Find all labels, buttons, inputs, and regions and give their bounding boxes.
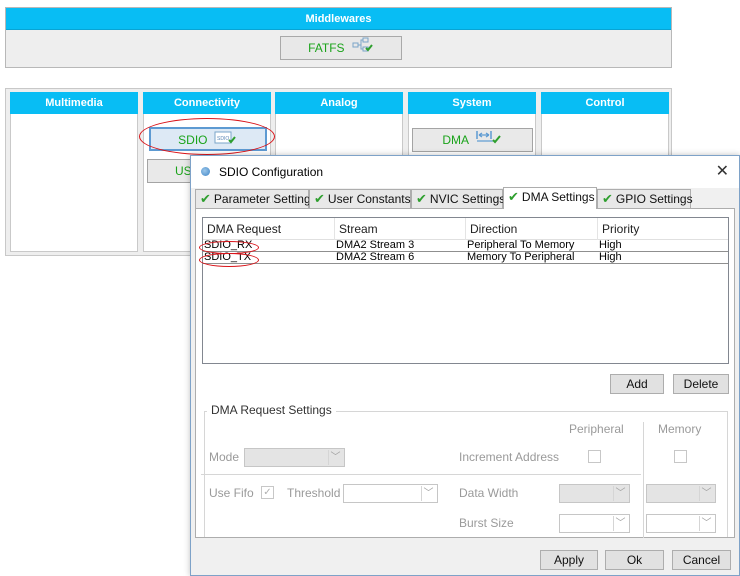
table-row[interactable]: SDIO_RX DMA2 Stream 3 Peripheral To Memo…	[203, 240, 728, 252]
check-icon: ✔	[508, 189, 519, 204]
data-width-label: Data Width	[459, 486, 519, 500]
burst-size-label: Burst Size	[459, 516, 514, 530]
tab-label: Parameter Settings	[213, 192, 317, 206]
add-button[interactable]: Add	[610, 374, 664, 394]
chevron-down-icon: ﹀	[699, 486, 713, 501]
dma-settings-panel: DMA Request Stream Direction Priority SD…	[195, 208, 735, 538]
sdio-configuration-dialog: SDIO Configuration ✕ ✔ Parameter Settings…	[190, 155, 740, 576]
tab-label: DMA Settings	[521, 190, 595, 204]
category-header-control[interactable]: Control	[541, 92, 669, 114]
peripheral-burst-size-select[interactable]: ﹀	[559, 514, 630, 533]
dma-button[interactable]: DMA	[412, 128, 533, 152]
dialog-titlebar: SDIO Configuration ✕	[191, 156, 739, 188]
dialog-title: SDIO Configuration	[219, 165, 324, 179]
cell-request: SDIO_RX	[204, 239, 253, 251]
middlewares-header: Middlewares	[6, 8, 671, 30]
check-icon: ✔	[200, 191, 211, 206]
tab-dma-settings[interactable]: ✔ DMA Settings	[503, 187, 597, 209]
fatfs-tree-icon	[352, 37, 374, 60]
close-icon[interactable]: ✕	[716, 161, 729, 181]
cell-stream: DMA2 Stream 3	[336, 239, 415, 251]
mode-select[interactable]: ﹀	[244, 448, 345, 467]
cell-stream: DMA2 Stream 6	[336, 251, 415, 263]
check-icon: ✔	[314, 191, 325, 206]
tab-gpio-settings[interactable]: ✔ GPIO Settings	[597, 189, 693, 208]
column-header-dma-request[interactable]: DMA Request	[203, 218, 335, 240]
cell-priority: High	[599, 251, 622, 263]
tab-label: NVIC Settings	[429, 192, 506, 206]
column-header-direction[interactable]: Direction	[466, 218, 598, 240]
delete-button[interactable]: Delete	[673, 374, 729, 394]
chevron-down-icon: ﹀	[699, 516, 713, 531]
cell-direction: Peripheral To Memory	[467, 239, 575, 251]
middlewares-panel: Middlewares FATFS	[5, 7, 672, 68]
column-header-stream[interactable]: Stream	[335, 218, 466, 240]
category-header-analog[interactable]: Analog	[275, 92, 403, 114]
use-fifo-checkbox[interactable]: ✓	[261, 486, 274, 499]
gear-icon	[201, 167, 210, 176]
category-header-system[interactable]: System	[408, 92, 536, 114]
peripheral-increment-checkbox[interactable]	[588, 450, 601, 463]
tab-label: GPIO Settings	[615, 192, 693, 206]
dma-transfer-icon	[475, 129, 503, 152]
table-row[interactable]: SDIO_TX DMA2 Stream 6 Memory To Peripher…	[203, 252, 728, 264]
dma-request-table: DMA Request Stream Direction Priority SD…	[202, 217, 729, 364]
sdio-chip-icon: SDIO	[214, 130, 238, 152]
check-icon: ✔	[416, 191, 427, 206]
chevron-down-icon: ﹀	[613, 516, 627, 531]
category-body-multimedia	[10, 114, 138, 252]
memory-column-label: Memory	[658, 422, 702, 436]
category-header-connectivity[interactable]: Connectivity	[143, 92, 271, 114]
check-icon: ✔	[602, 191, 613, 206]
tab-parameter-settings[interactable]: ✔ Parameter Settings	[195, 189, 317, 208]
increment-address-label: Increment Address	[459, 450, 560, 464]
memory-increment-checkbox[interactable]	[674, 450, 687, 463]
settings-divider	[201, 474, 641, 475]
chevron-down-icon: ﹀	[613, 486, 627, 501]
cell-request: SDIO_TX	[204, 251, 252, 263]
memory-burst-size-select[interactable]: ﹀	[646, 514, 716, 533]
sdio-icon-text: SDIO	[217, 136, 229, 142]
cell-priority: High	[599, 239, 622, 251]
sdio-button[interactable]: SDIO SDIO	[149, 127, 267, 151]
chevron-down-icon: ﹀	[328, 450, 342, 465]
fatfs-label: FATFS	[308, 41, 345, 55]
fatfs-button[interactable]: FATFS	[280, 36, 402, 60]
sdio-label: SDIO	[178, 133, 208, 147]
use-fifo-label: Use Fifo	[209, 486, 254, 500]
cancel-button[interactable]: Cancel	[672, 550, 731, 570]
memory-data-width-select[interactable]: ﹀	[646, 484, 716, 503]
column-header-priority[interactable]: Priority	[598, 218, 728, 240]
cell-direction: Memory To Peripheral	[467, 251, 575, 263]
threshold-label: Threshold	[287, 486, 341, 500]
dma-request-settings-group: DMA Request Settings Peripheral Memory M…	[201, 403, 728, 538]
threshold-select[interactable]: ﹀	[343, 484, 438, 503]
column-divider	[643, 422, 644, 538]
table-header: DMA Request Stream Direction Priority	[203, 218, 728, 240]
chevron-down-icon: ﹀	[421, 486, 435, 501]
mode-label: Mode	[209, 450, 240, 464]
apply-button[interactable]: Apply	[540, 550, 598, 570]
dma-label: DMA	[442, 133, 469, 147]
category-header-multimedia[interactable]: Multimedia	[10, 92, 138, 114]
tab-label: User Constants	[327, 192, 411, 206]
tab-user-constants[interactable]: ✔ User Constants	[309, 189, 411, 208]
peripheral-column-label: Peripheral	[569, 422, 624, 436]
dma-request-settings-title: DMA Request Settings	[207, 403, 336, 417]
peripheral-data-width-select[interactable]: ﹀	[559, 484, 630, 503]
ok-button[interactable]: Ok	[605, 550, 664, 570]
category-multimedia: Multimedia	[10, 92, 138, 252]
tab-nvic-settings[interactable]: ✔ NVIC Settings	[411, 189, 506, 208]
